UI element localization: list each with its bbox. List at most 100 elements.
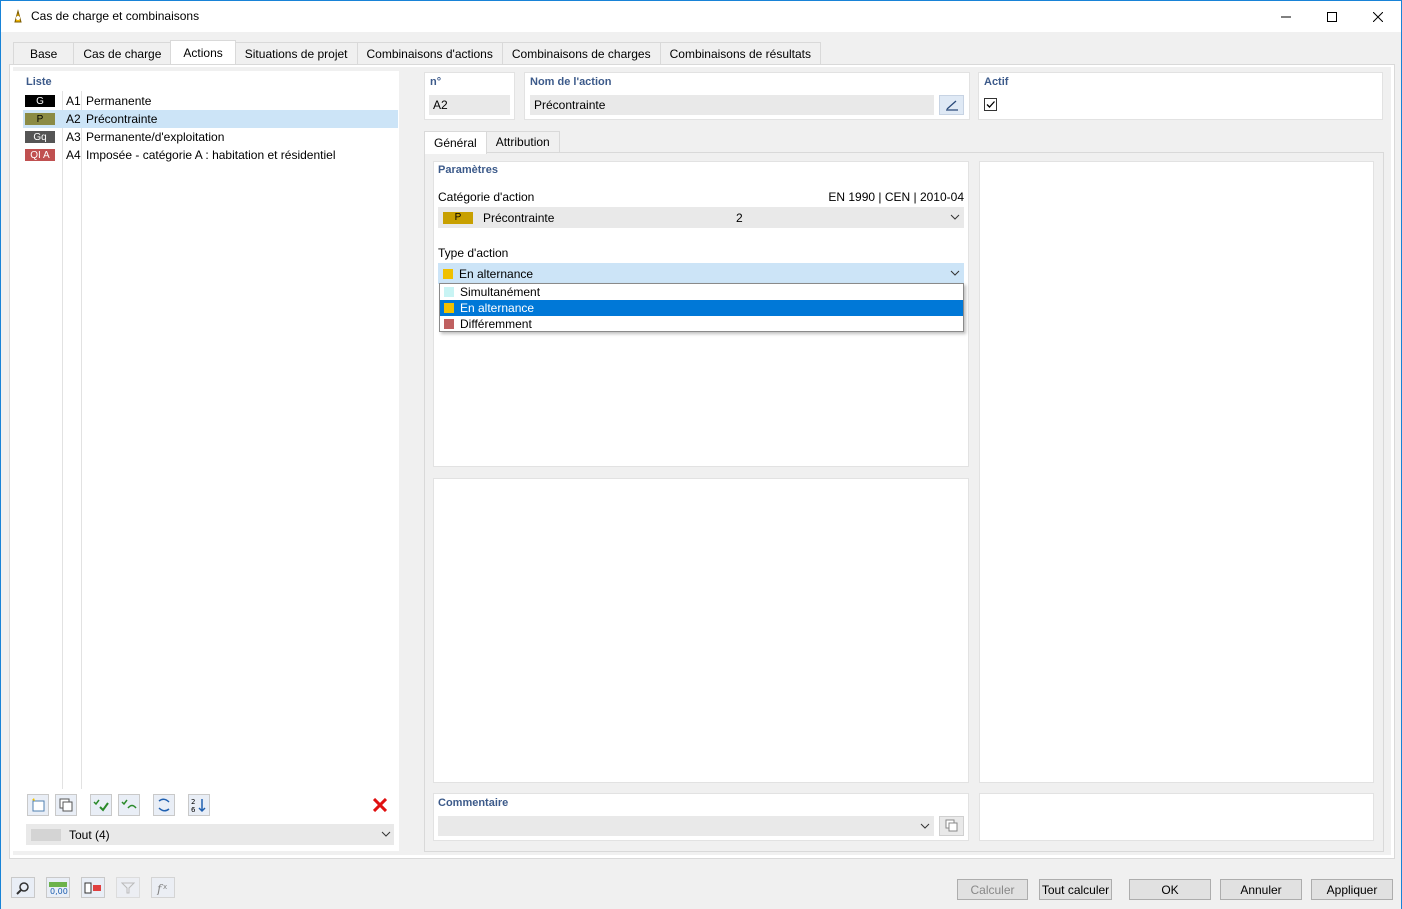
list-item[interactable]: Gq A3 Permanente/d'exploitation <box>23 128 398 146</box>
tab-result-combinations[interactable]: Combinaisons de résultats <box>659 42 822 64</box>
action-id: A4 <box>66 148 81 162</box>
type-value: En alternance <box>459 266 534 281</box>
name-label: Nom de l'action <box>530 76 612 88</box>
category-badge: P <box>443 211 473 224</box>
svg-text:2: 2 <box>191 798 195 806</box>
formula-button[interactable]: fx <box>151 877 175 898</box>
tab-load-cases[interactable]: Cas de charge <box>73 42 172 64</box>
dropdown-option[interactable]: En alternance <box>440 300 963 316</box>
action-badge: Gq <box>25 131 55 143</box>
type-select[interactable]: En alternance <box>438 263 964 284</box>
option-swatch <box>444 287 454 297</box>
search-help-icon <box>16 881 29 895</box>
checkmark-icon <box>986 101 995 108</box>
action-name: Permanente <box>86 94 152 108</box>
copy-icon <box>945 819 957 832</box>
type-label: Type d'action <box>438 246 509 260</box>
renumber-button[interactable] <box>153 794 175 816</box>
option-swatch <box>444 319 454 329</box>
calculate-button[interactable]: Calculer <box>957 879 1028 900</box>
dropdown-option[interactable]: Différemment <box>440 316 963 332</box>
copy-icon <box>59 798 73 812</box>
display-button[interactable] <box>81 877 105 898</box>
edit-name-button[interactable] <box>939 95 964 115</box>
ok-button[interactable]: OK <box>1129 879 1211 900</box>
maximize-icon <box>1327 11 1337 22</box>
option-label: Simultanément <box>460 285 541 299</box>
sub-tabs: Général Attribution <box>424 131 560 154</box>
main-tabs: Base Cas de charge Actions Situations de… <box>13 40 822 64</box>
tab-design-situations[interactable]: Situations de projet <box>234 42 358 64</box>
maximize-button[interactable] <box>1309 1 1355 32</box>
number-field[interactable]: A2 <box>429 95 510 115</box>
close-button[interactable] <box>1355 1 1401 32</box>
option-label: En alternance <box>460 301 535 315</box>
help-button[interactable] <box>11 877 35 898</box>
dropdown-option[interactable]: Simultanément <box>440 284 963 300</box>
comment-side-panel <box>979 793 1374 841</box>
units-button[interactable]: 0,00 <box>46 877 70 898</box>
minimize-button[interactable] <box>1263 1 1309 32</box>
filter-swatch <box>31 828 61 841</box>
toggle-check-icon <box>121 799 137 809</box>
tab-action-combinations[interactable]: Combinaisons d'actions <box>356 42 503 64</box>
new-icon <box>32 798 45 812</box>
preview-panel <box>979 161 1374 783</box>
type-swatch <box>443 268 453 279</box>
comment-field[interactable] <box>438 816 934 836</box>
list-item[interactable]: G A1 Permanente <box>23 92 398 110</box>
active-panel <box>978 72 1383 120</box>
window-title: Cas de charge et combinaisons <box>31 9 200 23</box>
list-item[interactable]: P A2 Précontrainte <box>23 110 398 128</box>
sort-icon: 26 <box>191 798 206 813</box>
active-label: Actif <box>984 76 1009 88</box>
action-id: A3 <box>66 130 81 144</box>
tab-base[interactable]: Base <box>13 42 75 64</box>
calculate-all-button[interactable]: Tout calculer <box>1039 879 1112 900</box>
list-item[interactable]: QI A A4 Imposée - catégorie A : habitati… <box>23 146 398 164</box>
filter-value: Tout (4) <box>69 827 110 842</box>
filter-button[interactable] <box>116 877 140 898</box>
minimize-icon <box>1281 16 1291 17</box>
delete-icon <box>373 798 387 812</box>
check-all-button[interactable] <box>90 794 112 816</box>
action-badge: QI A <box>25 149 55 161</box>
sort-button[interactable]: 26 <box>188 794 210 816</box>
chevron-down-icon <box>950 214 960 220</box>
comment-copy-button[interactable] <box>939 816 964 836</box>
list-filter-select[interactable]: Tout (4) <box>26 824 394 845</box>
close-icon <box>1373 11 1383 22</box>
edit-icon <box>945 100 958 111</box>
tab-attribution[interactable]: Attribution <box>485 131 560 153</box>
svg-text:0,00: 0,00 <box>50 887 68 895</box>
list-header: Liste <box>26 76 52 88</box>
category-select[interactable]: P Précontrainte 2 <box>438 207 964 228</box>
delete-button[interactable] <box>369 794 391 816</box>
chevron-down-icon <box>920 823 930 829</box>
tab-general[interactable]: Général <box>424 131 487 154</box>
check-all-icon <box>93 799 109 812</box>
action-name: Précontrainte <box>86 112 158 126</box>
details-panel <box>433 478 969 783</box>
chevron-down-icon <box>381 831 391 837</box>
copy-action-button[interactable] <box>55 794 77 816</box>
type-dropdown-list: Simultanément En alternance Différemment <box>439 283 964 332</box>
name-field[interactable]: Précontrainte <box>530 95 934 115</box>
tab-actions[interactable]: Actions <box>170 40 236 64</box>
new-action-button[interactable] <box>27 794 49 816</box>
apply-button[interactable]: Appliquer <box>1311 879 1393 900</box>
category-label: Catégorie d'action <box>438 190 535 204</box>
tab-load-combinations[interactable]: Combinaisons de charges <box>501 42 661 64</box>
action-name: Permanente/d'exploitation <box>86 130 225 144</box>
category-name: Précontrainte <box>483 210 555 225</box>
formula-icon: fx <box>156 882 167 895</box>
toggle-check-button[interactable] <box>118 794 140 816</box>
cancel-button[interactable]: Annuler <box>1220 879 1302 900</box>
category-code: 2 <box>736 210 743 225</box>
title-bar: Cas de charge et combinaisons <box>1 1 1401 32</box>
active-checkbox[interactable] <box>984 98 997 111</box>
action-id: A1 <box>66 94 81 108</box>
list-panel <box>13 71 399 851</box>
display-settings-icon <box>84 882 101 893</box>
decimal-icon: 0,00 <box>49 881 68 895</box>
